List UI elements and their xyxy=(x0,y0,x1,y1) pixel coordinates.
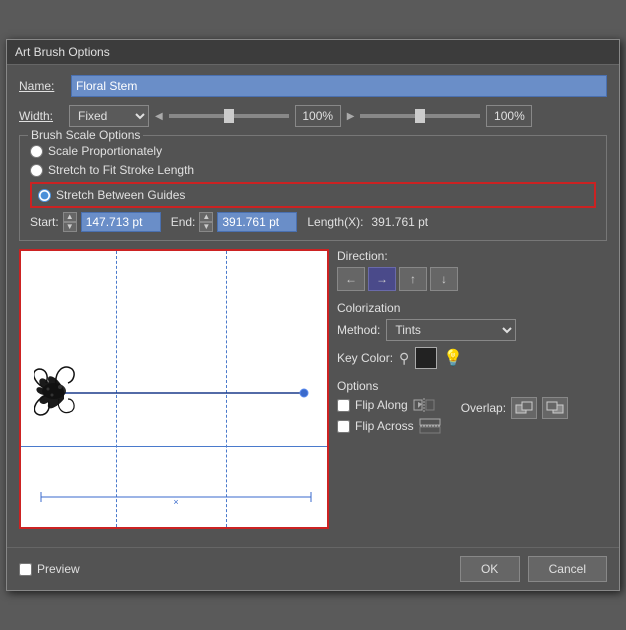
preview-label: Preview xyxy=(37,562,80,576)
left-arrow-icon: ◀ xyxy=(155,111,163,122)
radio-stretch-row: Stretch to Fit Stroke Length xyxy=(30,163,596,177)
flip-across-icon xyxy=(419,418,441,434)
method-select[interactable]: Tints None Tints and Shades Hue Shift xyxy=(386,319,516,341)
btn-row: OK Cancel xyxy=(460,556,607,582)
stretch-guides-box: Stretch Between Guides xyxy=(30,182,596,208)
end-input[interactable] xyxy=(217,212,297,232)
name-label: Name: xyxy=(19,79,71,93)
radio-scale-row: Scale Proportionately xyxy=(30,144,596,158)
radio-stretch-fit[interactable] xyxy=(30,164,43,177)
radio-stretch-fit-label: Stretch to Fit Stroke Length xyxy=(48,163,194,177)
direction-section: Direction: ← → ↑ ↓ xyxy=(337,249,607,291)
floral-svg xyxy=(34,341,314,441)
eyedropper-icon[interactable]: ⚲ xyxy=(399,350,409,367)
dialog-title: Art Brush Options xyxy=(15,45,110,59)
length-label: Length(X): xyxy=(307,215,363,229)
start-label: Start: xyxy=(30,215,59,229)
end-label: End: xyxy=(171,215,196,229)
options-left: Flip Along Flip Across xyxy=(337,397,441,439)
radio-stretch-guides-label: Stretch Between Guides xyxy=(56,188,185,202)
width-pct2-input[interactable] xyxy=(486,105,532,127)
dir-down-btn[interactable]: ↓ xyxy=(430,267,458,291)
width-slider2[interactable] xyxy=(360,114,480,118)
start-spinner: ▲ ▼ xyxy=(63,212,77,232)
dialog-content: Name: Width: Fixed ◀ ▶ Brush Scale Optio… xyxy=(7,65,619,547)
keycolor-label: Key Color: xyxy=(337,351,393,365)
options-two-col: Flip Along Flip Across xyxy=(337,397,607,439)
dir-up-btn[interactable]: ↑ xyxy=(399,267,427,291)
start-down-btn[interactable]: ▼ xyxy=(63,222,77,232)
art-brush-dialog: Art Brush Options Name: Width: Fixed ◀ ▶ xyxy=(6,39,620,591)
dialog-titlebar: Art Brush Options xyxy=(7,40,619,65)
svg-text:×: × xyxy=(173,497,178,507)
overlap-row: Overlap: xyxy=(461,397,568,419)
preview-checkbox[interactable] xyxy=(19,563,32,576)
direction-buttons: ← → ↑ ↓ xyxy=(337,267,607,291)
radio-stretch-guides[interactable] xyxy=(38,189,51,202)
colorization-label: Colorization xyxy=(337,301,607,315)
method-row: Method: Tints None Tints and Shades Hue … xyxy=(337,319,607,341)
preview-box: × xyxy=(19,249,329,529)
guide-h1 xyxy=(21,446,327,447)
length-value: 391.761 pt xyxy=(371,215,428,229)
start-end-row: Start: ▲ ▼ End: ▲ ▼ Length(X): 391.761 p… xyxy=(30,212,596,232)
flip-along-label: Flip Along xyxy=(355,398,408,412)
ok-button[interactable]: OK xyxy=(460,556,520,582)
flip-across-label: Flip Across xyxy=(355,419,414,433)
end-spinner: ▲ ▼ xyxy=(199,212,213,232)
options-section: Options Flip Along xyxy=(337,379,607,439)
width-row: Width: Fixed ◀ ▶ xyxy=(19,105,607,127)
name-input[interactable] xyxy=(71,75,607,97)
lower-area: × Direction: ← → ↑ ↓ xyxy=(19,249,607,529)
method-label: Method: xyxy=(337,323,380,337)
key-color-swatch[interactable] xyxy=(415,347,437,369)
overlap-icon1 xyxy=(515,400,533,416)
measure-svg: × xyxy=(31,487,321,507)
width-pct1-input[interactable] xyxy=(295,105,341,127)
end-up-btn[interactable]: ▲ xyxy=(199,212,213,222)
flip-along-icon xyxy=(413,397,435,413)
radio-scale-label: Scale Proportionately xyxy=(48,144,162,158)
brush-scale-group: Brush Scale Options Scale Proportionatel… xyxy=(19,135,607,241)
overlap-btn1[interactable] xyxy=(511,397,537,419)
flip-across-checkbox[interactable] xyxy=(337,420,350,433)
name-row: Name: xyxy=(19,75,607,97)
start-up-btn[interactable]: ▲ xyxy=(63,212,77,222)
overlap-btn2[interactable] xyxy=(542,397,568,419)
options-label: Options xyxy=(337,379,607,393)
flip-along-checkbox[interactable] xyxy=(337,399,350,412)
end-down-btn[interactable]: ▼ xyxy=(199,222,213,232)
options-right: Overlap: xyxy=(461,397,568,439)
start-input[interactable] xyxy=(81,212,161,232)
flip-across-row: Flip Across xyxy=(337,418,441,434)
radio-stretch-guides-row: Stretch Between Guides xyxy=(38,188,185,202)
preview-canvas: × xyxy=(21,251,327,527)
brush-scale-label: Brush Scale Options xyxy=(28,128,143,142)
flip-along-row: Flip Along xyxy=(337,397,441,413)
dir-left-btn[interactable]: ← xyxy=(337,267,365,291)
width-select[interactable]: Fixed xyxy=(69,105,149,127)
colorization-section: Colorization Method: Tints None Tints an… xyxy=(337,301,607,369)
cancel-button[interactable]: Cancel xyxy=(528,556,607,582)
bottom-bar: Preview OK Cancel xyxy=(7,547,619,590)
preview-checkbox-row: Preview xyxy=(19,562,80,576)
direction-label: Direction: xyxy=(337,249,607,263)
width-label: Width: xyxy=(19,109,63,123)
overlap-label: Overlap: xyxy=(461,401,506,415)
right-arrow-icon: ▶ xyxy=(347,111,355,122)
dir-right-btn[interactable]: → xyxy=(368,267,396,291)
right-panel: Direction: ← → ↑ ↓ Colorization Method: … xyxy=(337,249,607,529)
light-icon[interactable]: 💡 xyxy=(443,348,463,368)
width-slider1[interactable] xyxy=(169,114,289,118)
keycolor-row: Key Color: ⚲ 💡 xyxy=(337,347,607,369)
overlap-icon2 xyxy=(546,400,564,416)
radio-scale-proportionately[interactable] xyxy=(30,145,43,158)
